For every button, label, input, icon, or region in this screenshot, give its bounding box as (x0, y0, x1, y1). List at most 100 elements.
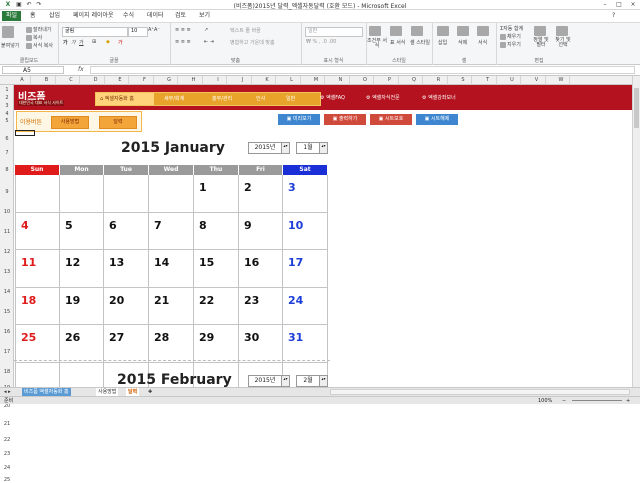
calendar-day-cell[interactable]: 6 (104, 212, 149, 250)
calendar-day-cell[interactable]: 25 (15, 325, 60, 363)
calendar-day-cell[interactable]: 7 (149, 212, 194, 250)
column-header-e[interactable]: E (112, 76, 129, 85)
tab-insert[interactable]: 삽입 (49, 11, 60, 21)
column-header-g[interactable]: G (161, 76, 178, 85)
maximize-icon[interactable]: □ (612, 0, 626, 9)
vertical-scrollbar[interactable] (632, 76, 640, 387)
column-header-p[interactable]: P (382, 76, 399, 85)
calendar-day-cell[interactable]: 20 (104, 287, 149, 325)
calendar-day-cell[interactable]: 27 (104, 325, 149, 363)
tab-data[interactable]: 데이터 (147, 11, 164, 21)
row-header-24[interactable]: 24 (0, 465, 14, 471)
calendar-day-cell[interactable]: 29 (194, 325, 239, 363)
row-header-11[interactable]: 11 (0, 229, 14, 235)
font-name-select[interactable]: 굴림 (62, 27, 128, 37)
fx-icon[interactable]: fx (78, 66, 84, 73)
format-painter-button[interactable]: 서식 복사 (26, 42, 53, 49)
column-header-r[interactable]: R (431, 76, 448, 85)
help-icon[interactable]: ? (612, 11, 615, 21)
bold-button[interactable]: 가 (63, 39, 68, 46)
cut-button[interactable]: 잘라내기 (26, 26, 51, 33)
row-header-2[interactable]: 2 (0, 95, 14, 101)
calendar-day-cell[interactable] (104, 175, 149, 213)
calendar-day-cell[interactable] (60, 175, 104, 213)
row-header-9[interactable]: 9 (0, 189, 14, 195)
font-size-select[interactable]: 10 (128, 27, 148, 37)
indent-icon[interactable]: ⇤ ⇥ (204, 39, 214, 45)
column-header-t[interactable]: T (480, 76, 497, 85)
close-icon[interactable]: × (626, 0, 640, 9)
calendar-day-cell[interactable]: 16 (239, 250, 283, 288)
underline-button[interactable]: 가 (79, 39, 84, 46)
align-top-icon[interactable]: ≡ ≡ ≡ (175, 27, 191, 33)
calendar-day-cell[interactable]: 4 (15, 212, 60, 250)
column-header-h[interactable]: H (186, 76, 203, 85)
selected-cell[interactable] (15, 130, 35, 136)
column-header-u[interactable]: U (504, 76, 521, 85)
row-header-7[interactable]: 7 (0, 150, 14, 156)
unprotect-sheet-button[interactable]: ▣ 시트해제 (416, 114, 458, 125)
calendar-day-cell[interactable]: 22 (194, 287, 239, 325)
column-header-q[interactable]: Q (406, 76, 423, 85)
month-spinner-feb[interactable]: 2월 (296, 375, 320, 387)
month-spin-arrows-feb-icon[interactable]: ▴▾ (319, 375, 328, 387)
link-excel-faq[interactable]: ⚙ 엑셀FAQ (320, 94, 345, 101)
nav-item-home[interactable]: ⌂ 엑셀자동화 홈 (96, 93, 154, 105)
calendar-day-cell[interactable]: 19 (60, 287, 104, 325)
align-left-icon[interactable]: ≡ ≡ ≡ (175, 39, 191, 45)
column-header-c[interactable]: C (63, 76, 80, 85)
new-sheet-icon[interactable]: ✚ (146, 388, 154, 396)
font-color-icon[interactable]: 가 (118, 39, 123, 46)
row-header-25[interactable]: 25 (0, 477, 14, 483)
row-header-13[interactable]: 13 (0, 269, 14, 275)
fill-button[interactable]: 채우기 (500, 33, 521, 40)
column-header-d[interactable]: D (88, 76, 105, 85)
row-header-10[interactable]: 10 (0, 209, 14, 215)
row-header-14[interactable]: 14 (0, 289, 14, 295)
calendar-day-cell[interactable]: 21 (149, 287, 194, 325)
tab-view[interactable]: 보기 (199, 11, 210, 21)
row-header-6[interactable]: 6 (0, 136, 14, 142)
calendar-day-cell[interactable]: 8 (194, 212, 239, 250)
font-grow-icon[interactable]: A⁺A⁻ (148, 27, 160, 33)
calendar-day-cell[interactable]: 13 (104, 250, 149, 288)
paste-button[interactable] (2, 26, 15, 38)
scroll-thumb[interactable] (634, 88, 639, 128)
format-cells-button[interactable] (477, 26, 490, 36)
calendar-day-cell[interactable]: 11 (15, 250, 60, 288)
calendar-day-cell[interactable]: 2 (239, 175, 283, 213)
sheet-tab-home[interactable]: 비즈폼 엑셀자동화 홈 (22, 388, 71, 396)
name-box[interactable]: A5 (2, 66, 64, 74)
row-header-5[interactable]: 5 (0, 118, 14, 124)
zoom-slider[interactable] (572, 400, 622, 401)
calendar-day-cell[interactable]: 15 (194, 250, 239, 288)
insert-cells-button[interactable] (437, 26, 450, 36)
row-header-23[interactable]: 23 (0, 451, 14, 457)
protect-sheet-button[interactable]: ▣ 시트보호 (370, 114, 412, 125)
column-header-l[interactable]: L (284, 76, 301, 85)
print-button[interactable]: ▣ 출력하기 (324, 114, 366, 125)
month-spinner[interactable]: 1월 (296, 142, 320, 154)
column-header-f[interactable]: F (137, 76, 154, 85)
sort-filter-button[interactable] (534, 26, 547, 36)
horizontal-scrollbar[interactable] (330, 389, 630, 395)
format-table-button[interactable] (390, 26, 403, 36)
link-excel-lecture[interactable]: ⚙ 엑셀강좌보너 (422, 94, 456, 101)
row-header-1[interactable]: 1 (0, 87, 14, 93)
row-header-4[interactable]: 4 (0, 111, 14, 117)
nav-item-admin[interactable]: 총무/관리 (212, 93, 232, 105)
nav-item-hr[interactable]: 인사 (256, 93, 265, 105)
calendar-day-cell[interactable]: 28 (149, 325, 194, 363)
currency-icon[interactable]: ₩ % , .0 .00 (306, 39, 336, 45)
cell-styles-button[interactable] (411, 26, 424, 36)
row-header-18[interactable]: 18 (0, 369, 14, 375)
nav-item-general[interactable]: 일반 (286, 93, 295, 105)
column-header-a[interactable]: A (14, 76, 31, 85)
fill-color-icon[interactable]: ◆ (106, 39, 110, 45)
conditional-format-button[interactable] (369, 26, 382, 36)
calendar-day-cell[interactable]: 12 (60, 250, 104, 288)
sheet-tab-calendar[interactable]: 달력 (126, 388, 140, 396)
calendar-day-cell[interactable]: 5 (60, 212, 104, 250)
column-header-v[interactable]: V (529, 76, 546, 85)
preview-button[interactable]: ▣ 미리보기 (278, 114, 320, 125)
